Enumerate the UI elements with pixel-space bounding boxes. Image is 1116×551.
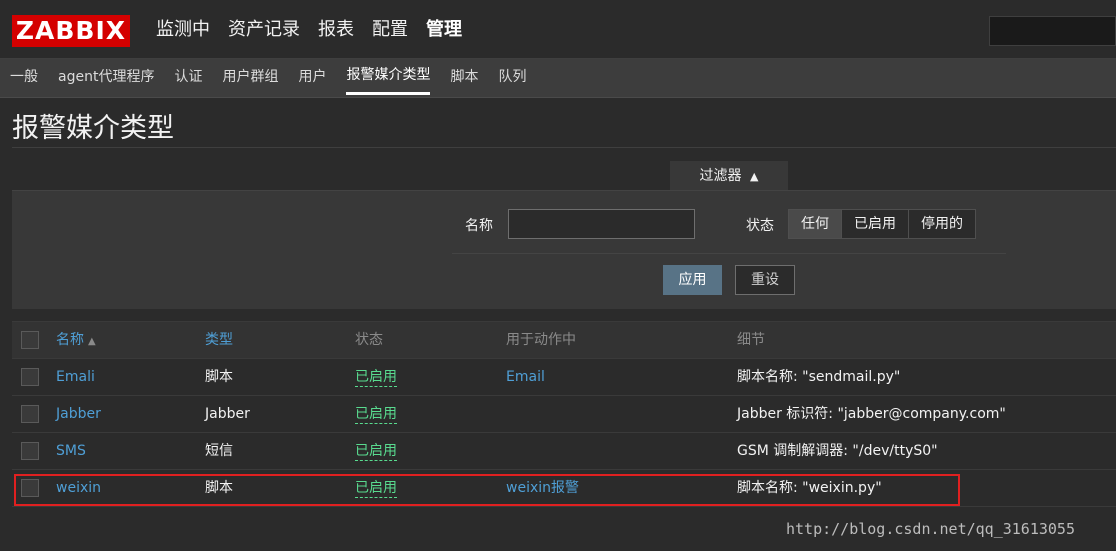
row-checkbox[interactable]: [21, 479, 39, 497]
status-option-any[interactable]: 任何: [789, 210, 841, 238]
sort-asc-icon: ▲: [88, 336, 96, 347]
status-toggle[interactable]: 已启用: [355, 479, 397, 498]
media-type: 短信: [205, 443, 233, 459]
select-all-checkbox[interactable]: [21, 331, 39, 349]
filter-status-label: 状态: [746, 218, 774, 234]
subnav-proxies[interactable]: agent代理程序: [58, 59, 154, 95]
subnav-users[interactable]: 用户: [298, 59, 326, 95]
status-toggle[interactable]: 已启用: [355, 368, 397, 387]
column-header-name[interactable]: 名称 ▲: [56, 322, 96, 360]
search-input[interactable]: [989, 16, 1116, 46]
action-link[interactable]: Email: [506, 359, 545, 395]
main-nav: 监测中 资产记录 报表 配置 管理: [147, 15, 471, 45]
column-header-details: 细节: [737, 332, 765, 348]
media-details: 脚本名称: "sendmail.py": [737, 369, 901, 385]
nav-configuration[interactable]: 配置: [363, 15, 417, 45]
nav-monitoring[interactable]: 监测中: [147, 15, 219, 45]
filter-name-input[interactable]: [508, 209, 695, 239]
column-header-type[interactable]: 类型: [205, 322, 233, 358]
nav-inventory[interactable]: 资产记录: [219, 15, 309, 45]
triangle-up-icon: ▲: [749, 170, 759, 183]
filter-tab[interactable]: 过滤器 ▲: [670, 161, 788, 191]
media-type: 脚本: [205, 369, 233, 385]
media-details: GSM 调制解调器: "/dev/ttyS0": [737, 443, 938, 459]
apply-button[interactable]: 应用: [663, 265, 722, 295]
media-details: Jabber 标识符: "jabber@company.com": [737, 406, 1006, 422]
media-type: 脚本: [205, 480, 233, 496]
sub-nav: 一般 agent代理程序 认证 用户群组 用户 报警媒介类型 脚本 队列: [0, 59, 1116, 98]
media-name-link[interactable]: SMS: [56, 433, 86, 469]
row-checkbox[interactable]: [21, 368, 39, 386]
media-type: Jabber: [205, 406, 250, 422]
table-row: SMS 短信 已启用 GSM 调制解调器: "/dev/ttyS0": [12, 433, 1116, 470]
row-checkbox[interactable]: [21, 442, 39, 460]
media-name-link[interactable]: Jabber: [56, 396, 101, 432]
table-row: weixin 脚本 已启用 weixin报警 脚本名称: "weixin.py": [12, 470, 1116, 507]
filter-tab-label: 过滤器: [699, 168, 742, 184]
zabbix-logo[interactable]: ZABBIX: [12, 15, 130, 47]
filter-divider: [452, 253, 1006, 254]
filter-panel: [12, 190, 1116, 309]
status-segmented-control: 任何 已启用 停用的: [788, 209, 976, 239]
title-divider: [12, 147, 1116, 148]
subnav-general[interactable]: 一般: [10, 59, 38, 95]
nav-administration[interactable]: 管理: [417, 15, 471, 45]
subnav-authentication[interactable]: 认证: [174, 59, 202, 95]
table-header-row: 名称 ▲ 类型 状态 用于动作中 细节: [12, 322, 1116, 359]
table-row: Jabber Jabber 已启用 Jabber 标识符: "jabber@co…: [12, 396, 1116, 433]
reset-button[interactable]: 重设: [735, 265, 795, 295]
filter-name-label: 名称: [465, 218, 493, 234]
subnav-media-types[interactable]: 报警媒介类型: [346, 59, 431, 95]
page-title: 报警媒介类型: [12, 113, 174, 144]
subnav-queue[interactable]: 队列: [498, 59, 526, 95]
status-option-enabled[interactable]: 已启用: [841, 210, 908, 238]
media-name-link[interactable]: Emali: [56, 359, 95, 395]
table-row: Emali 脚本 已启用 Email 脚本名称: "sendmail.py": [12, 359, 1116, 396]
status-option-disabled[interactable]: 停用的: [908, 210, 975, 238]
subnav-user-groups[interactable]: 用户群组: [222, 59, 278, 95]
status-toggle[interactable]: 已启用: [355, 442, 397, 461]
watermark: http://blog.csdn.net/qq_31613055: [786, 520, 1075, 538]
column-header-status: 状态: [355, 332, 383, 348]
media-details: 脚本名称: "weixin.py": [737, 480, 882, 496]
top-header: ZABBIX 监测中 资产记录 报表 配置 管理: [0, 0, 1116, 59]
media-name-link[interactable]: weixin: [56, 470, 101, 506]
subnav-scripts[interactable]: 脚本: [450, 59, 478, 95]
nav-reports[interactable]: 报表: [309, 15, 363, 45]
status-toggle[interactable]: 已启用: [355, 405, 397, 424]
action-link[interactable]: weixin报警: [506, 470, 579, 506]
column-header-used-in-actions: 用于动作中: [506, 332, 576, 348]
row-checkbox[interactable]: [21, 405, 39, 423]
